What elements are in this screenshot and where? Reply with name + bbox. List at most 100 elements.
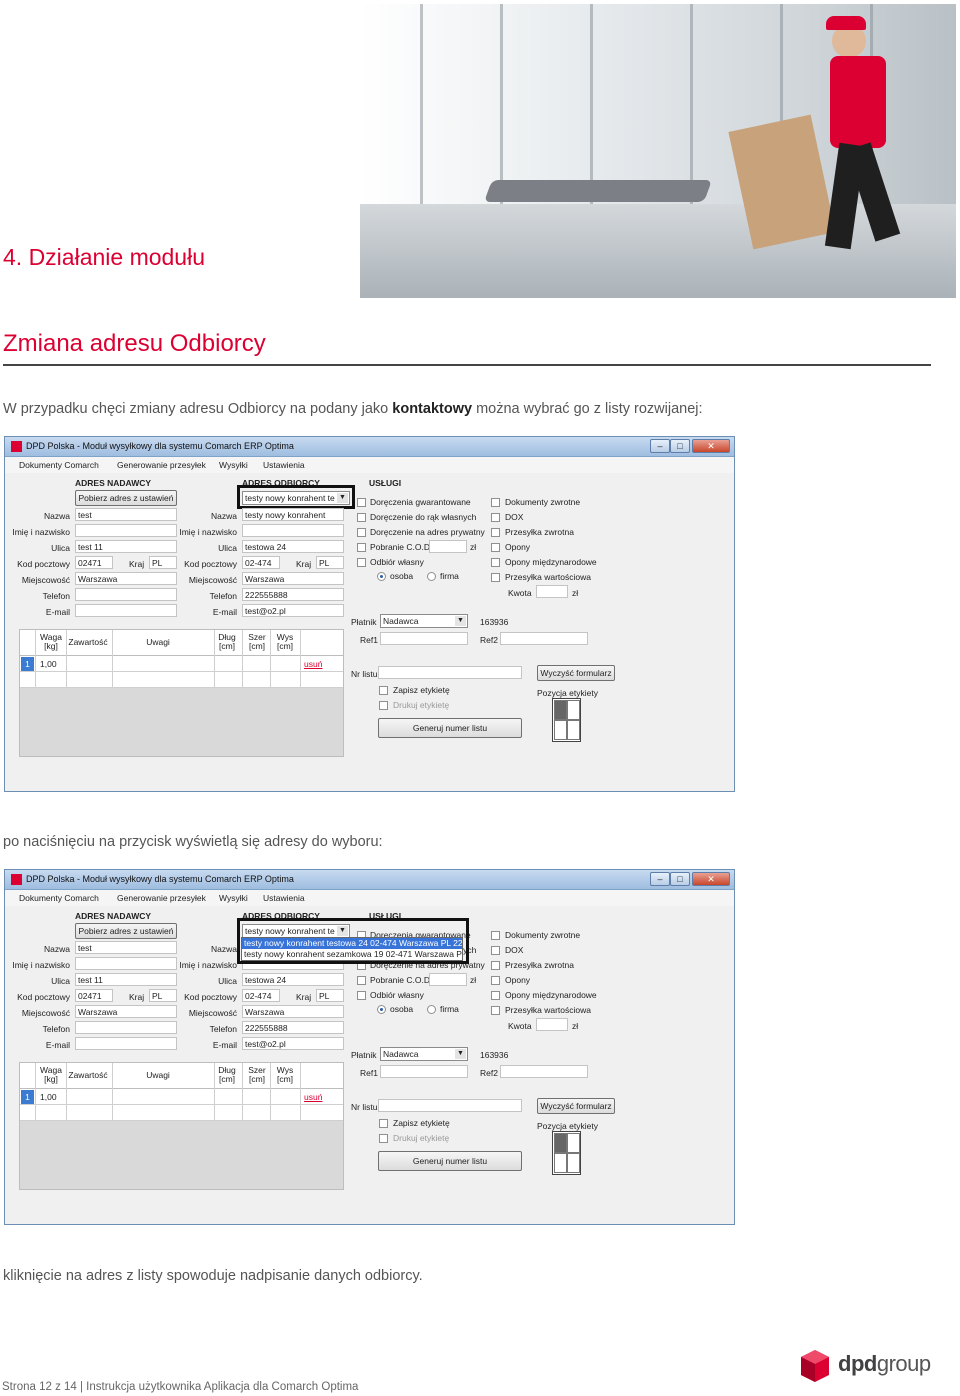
maximize-button[interactable]: □ [670, 872, 690, 886]
sender-street-field[interactable]: test 11 [75, 540, 177, 553]
receiver-phone-field[interactable]: 222555888 [242, 588, 344, 601]
generate-number-button[interactable]: Generuj numer listu [378, 718, 522, 738]
save-label-checkbox[interactable] [379, 686, 388, 695]
receiver-phone-field[interactable]: 222555888 [242, 1021, 344, 1034]
sender-name-field[interactable]: test [75, 508, 177, 521]
ref1-field[interactable] [380, 1065, 468, 1078]
maximize-button[interactable]: □ [670, 439, 690, 453]
ref2-field[interactable] [500, 632, 588, 645]
kwota-field[interactable] [536, 585, 568, 598]
fetch-address-button[interactable]: Pobierz adres z ustawień [75, 490, 177, 506]
osoba-radio[interactable] [377, 1005, 386, 1014]
label-position-picker[interactable] [552, 1131, 581, 1175]
menu-generowanie[interactable]: Generowanie przesyłek [117, 460, 206, 470]
clear-form-button[interactable]: Wyczyść formularz [537, 1098, 615, 1114]
firma-radio[interactable] [427, 572, 436, 581]
receiver-city-field[interactable]: Warszawa [242, 1005, 344, 1018]
service-checkbox[interactable] [491, 498, 500, 507]
receiver-email-field[interactable]: test@o2.pl [242, 1037, 344, 1050]
delete-row-link[interactable]: usuń [304, 659, 322, 669]
service-checkbox[interactable] [491, 931, 500, 940]
cod-amount-field[interactable] [429, 540, 467, 553]
menu-ustawienia[interactable]: Ustawienia [263, 460, 305, 470]
sender-person-field[interactable] [75, 524, 177, 537]
service-checkbox[interactable] [491, 1006, 500, 1015]
fetch-address-button[interactable]: Pobierz adres z ustawień [75, 923, 177, 939]
menu-dokumenty[interactable]: Dokumenty Comarch [19, 460, 99, 470]
table-row[interactable]: 1,00 usuń [20, 1089, 343, 1105]
menu-ustawienia[interactable]: Ustawienia [263, 893, 305, 903]
sender-name-field[interactable]: test [75, 941, 177, 954]
receiver-name-field[interactable]: testy nowy konrahent [242, 508, 344, 521]
service-checkbox[interactable] [357, 498, 366, 507]
menu-wysylki[interactable]: Wysyłki [219, 460, 248, 470]
sender-email-field[interactable] [75, 1037, 177, 1050]
firma-radio[interactable] [427, 1005, 436, 1014]
osoba-radio[interactable] [377, 572, 386, 581]
minimize-button[interactable]: – [650, 439, 670, 453]
sender-person-field[interactable] [75, 957, 177, 970]
print-label-checkbox[interactable] [379, 701, 388, 710]
receiver-person-field[interactable] [242, 524, 344, 537]
service-checkbox[interactable] [491, 946, 500, 955]
minimize-button[interactable]: – [650, 872, 670, 886]
menu-generowanie[interactable]: Generowanie przesyłek [117, 893, 206, 903]
currency-label: zł [470, 975, 477, 985]
receiver-zip-field[interactable]: 02-474 [242, 989, 280, 1002]
sender-city-field[interactable]: Warszawa [75, 572, 177, 585]
print-label-checkbox[interactable] [379, 1134, 388, 1143]
ref2-field[interactable] [500, 1065, 588, 1078]
sender-email-field[interactable] [75, 604, 177, 617]
table-row[interactable] [20, 672, 343, 688]
service-checkbox[interactable] [357, 991, 366, 1000]
sender-city-field[interactable]: Warszawa [75, 1005, 177, 1018]
table-row[interactable]: 1,00 usuń [20, 656, 343, 672]
service-checkbox[interactable] [491, 961, 500, 970]
receiver-country-field[interactable]: PL [316, 556, 344, 569]
ref1-field[interactable] [380, 632, 468, 645]
service-checkbox[interactable] [491, 991, 500, 1000]
platnik-combo[interactable]: Nadawca ▼ [380, 614, 468, 628]
receiver-city-field[interactable]: Warszawa [242, 572, 344, 585]
cod-amount-field[interactable] [429, 973, 467, 986]
service-checkbox[interactable] [357, 976, 366, 985]
sender-street-field[interactable]: test 11 [75, 973, 177, 986]
receiver-street-field[interactable]: testowa 24 [242, 973, 344, 986]
platnik-combo[interactable]: Nadawca ▼ [380, 1047, 468, 1061]
clear-form-button[interactable]: Wyczyść formularz [537, 665, 615, 681]
receiver-email-field[interactable]: test@o2.pl [242, 604, 344, 617]
table-row[interactable] [20, 1105, 343, 1121]
service-checkbox[interactable] [491, 543, 500, 552]
menu-wysylki[interactable]: Wysyłki [219, 893, 248, 903]
service-checkbox[interactable] [357, 558, 366, 567]
delete-row-link[interactable]: usuń [304, 1092, 322, 1102]
nr-listu-field[interactable] [378, 1099, 522, 1112]
menu-dokumenty[interactable]: Dokumenty Comarch [19, 893, 99, 903]
receiver-country-field[interactable]: PL [316, 989, 344, 1002]
sender-phone-field[interactable] [75, 1021, 177, 1034]
service-checkbox[interactable] [491, 976, 500, 985]
nr-listu-field[interactable] [378, 666, 522, 679]
close-button[interactable]: ✕ [692, 439, 730, 453]
sender-phone-field[interactable] [75, 588, 177, 601]
chevron-down-icon[interactable]: ▼ [455, 1049, 466, 1059]
chevron-down-icon[interactable]: ▼ [455, 616, 466, 626]
label-position-picker[interactable] [552, 698, 581, 742]
sender-zip-field[interactable]: 02471 [75, 989, 113, 1002]
sender-zip-field[interactable]: 02471 [75, 556, 113, 569]
service-checkbox[interactable] [357, 528, 366, 537]
service-checkbox[interactable] [491, 513, 500, 522]
service-checkbox[interactable] [491, 558, 500, 567]
close-button[interactable]: ✕ [692, 872, 730, 886]
service-checkbox[interactable] [491, 573, 500, 582]
sender-country-field[interactable]: PL [149, 989, 177, 1002]
service-checkbox[interactable] [491, 528, 500, 537]
service-checkbox[interactable] [357, 513, 366, 522]
generate-number-button[interactable]: Generuj numer listu [378, 1151, 522, 1171]
receiver-street-field[interactable]: testowa 24 [242, 540, 344, 553]
service-checkbox[interactable] [357, 543, 366, 552]
save-label-checkbox[interactable] [379, 1119, 388, 1128]
receiver-zip-field[interactable]: 02-474 [242, 556, 280, 569]
sender-country-field[interactable]: PL [149, 556, 177, 569]
kwota-field[interactable] [536, 1018, 568, 1031]
